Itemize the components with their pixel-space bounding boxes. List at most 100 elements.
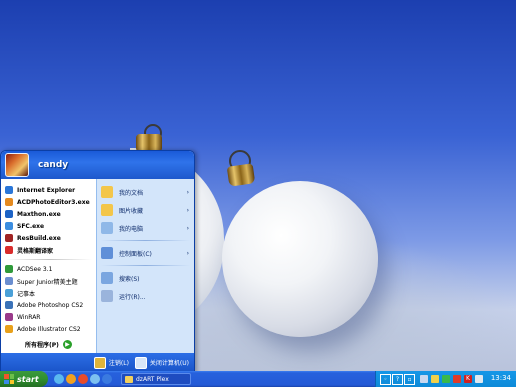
quicklaunch-chat-icon[interactable] [78, 374, 88, 384]
program-label: WinRAR [17, 313, 41, 321]
program-item[interactable]: Maxthon.exe [1, 208, 96, 220]
tray-red-icon[interactable] [453, 375, 461, 383]
user-name: candy [38, 160, 69, 170]
place-item[interactable]: 运行(R)... [97, 287, 194, 305]
place-item[interactable]: 我的电脑 › [97, 219, 194, 237]
start-menu: candy Internet Explorer ACDPhotoEditor3.e… [0, 150, 195, 373]
sfc-icon [5, 222, 13, 230]
program-label: Adobe Photoshop CS2 [17, 301, 84, 309]
place-label: 我的文档 [119, 189, 144, 197]
program-label: SFC.exe [17, 222, 45, 230]
quicklaunch-media-icon[interactable] [54, 374, 64, 384]
place-item[interactable]: 我的文档 › [97, 183, 194, 201]
run-icon [101, 290, 113, 302]
program-label: 记事本 [17, 290, 36, 298]
program-label: Maxthon.exe [17, 210, 61, 218]
program-label: Super Junior精美主题 [17, 278, 78, 286]
program-item[interactable]: ResBuild.exe [1, 232, 96, 244]
quicklaunch-desktop-icon[interactable] [90, 374, 100, 384]
task-label: dzART Plex [136, 375, 169, 383]
shutdown-button[interactable]: 关闭计算机(U) [134, 356, 189, 369]
program-label: ACDSee 3.1 [17, 265, 53, 273]
task-button-dzart[interactable]: dzART Plex [121, 373, 191, 385]
theme-icon [5, 277, 13, 285]
photoshop-icon [5, 301, 13, 309]
program-label: Internet Explorer [17, 186, 76, 194]
winrar-icon [5, 313, 13, 321]
place-label: 图片收藏 [119, 207, 144, 215]
menu-separator [5, 259, 92, 260]
acdsee-icon [5, 265, 13, 273]
programs-list: Internet Explorer ACDPhotoEditor3.exe Maxt… [1, 179, 96, 335]
tray-expand-icon[interactable]: ▫ [404, 374, 415, 385]
lingoes-icon [5, 246, 13, 254]
program-label: ResBuild.exe [17, 234, 61, 242]
places-column: 我的文档 › 图片收藏 › 我的电脑 › 控制面板(C) › 搜索(S) 运行(R)... [96, 179, 194, 353]
program-item[interactable]: SFC.exe [1, 220, 96, 232]
tray-messenger-icon[interactable] [442, 375, 450, 383]
place-item[interactable]: 控制面板(C) › [97, 244, 194, 262]
folder-icon [125, 375, 133, 383]
tray-help-icon[interactable]: ? [392, 374, 403, 385]
my-documents-icon [101, 186, 113, 198]
tray-k-icon[interactable]: K [464, 375, 472, 383]
place-label: 我的电脑 [119, 225, 144, 233]
program-item[interactable]: ACDSee 3.1 [1, 263, 96, 275]
program-item[interactable]: WinRAR [1, 311, 96, 323]
my-pictures-icon [101, 204, 113, 216]
menu-separator [101, 265, 190, 266]
program-item[interactable]: Adobe Illustrator CS2 [1, 323, 96, 335]
quicklaunch-browser-icon[interactable] [66, 374, 76, 384]
control-panel-icon [101, 247, 113, 259]
menu-separator [101, 240, 190, 241]
key-icon [93, 356, 106, 369]
ornament-main [222, 181, 378, 337]
all-programs-label: 所有程序(P) [25, 342, 59, 349]
shutdown-label: 关闭计算机(U) [149, 360, 189, 367]
chevron-right-icon: › [186, 206, 189, 214]
acd-editor-icon [5, 198, 13, 206]
start-menu-footer: 注销(L) 关闭计算机(U) [1, 353, 194, 372]
logoff-label: 注销(L) [108, 360, 129, 367]
program-label: 灵格斯翻译家 [17, 247, 54, 255]
program-item[interactable]: 记事本 [1, 287, 96, 299]
clock[interactable]: 13:34 [491, 374, 511, 382]
place-item[interactable]: 图片收藏 › [97, 201, 194, 219]
user-avatar[interactable] [5, 153, 29, 177]
all-programs-button[interactable]: 所有程序(P) ▶ [1, 340, 96, 349]
tray-sound-icon[interactable] [475, 375, 483, 383]
search-icon [101, 272, 113, 284]
green-arrow-icon: ▶ [62, 340, 72, 349]
program-item[interactable]: Internet Explorer [1, 184, 96, 196]
chevron-right-icon: › [186, 224, 189, 232]
tray-keyboard-icon[interactable]: ◦ [380, 374, 391, 385]
ie-icon [5, 186, 13, 194]
program-item[interactable]: 灵格斯翻译家 [1, 244, 96, 256]
program-label: ACDPhotoEditor3.exe [17, 198, 90, 206]
program-label: Adobe Illustrator CS2 [17, 325, 81, 333]
start-button[interactable]: start [0, 371, 48, 387]
place-label: 搜索(S) [119, 275, 140, 283]
place-label: 运行(R)... [119, 293, 146, 301]
tray-antivirus-icon[interactable] [431, 375, 439, 383]
quicklaunch-ie-icon[interactable] [102, 374, 112, 384]
program-item[interactable]: ACDPhotoEditor3.exe [1, 196, 96, 208]
ornament-main-cap [226, 163, 256, 187]
resbuild-icon [5, 234, 13, 242]
my-computer-icon [101, 222, 113, 234]
illustrator-icon [5, 325, 13, 333]
program-item[interactable]: Adobe Photoshop CS2 [1, 299, 96, 311]
shutdown-icon [134, 356, 147, 369]
start-menu-body: Internet Explorer ACDPhotoEditor3.exe Maxt… [1, 179, 194, 353]
programs-column: Internet Explorer ACDPhotoEditor3.exe Maxt… [1, 179, 96, 353]
chevron-right-icon: › [186, 188, 189, 196]
place-item[interactable]: 搜索(S) [97, 269, 194, 287]
place-label: 控制面板(C) [119, 250, 152, 258]
logoff-button[interactable]: 注销(L) [93, 356, 129, 369]
places-list: 我的文档 › 图片收藏 › 我的电脑 › 控制面板(C) › 搜索(S) 运行(R)... [97, 179, 194, 305]
chevron-right-icon: › [186, 249, 189, 257]
tray-network-icon[interactable] [420, 375, 428, 383]
windows-logo-icon [4, 374, 14, 384]
notepad-icon [5, 289, 13, 297]
program-item[interactable]: Super Junior精美主题 [1, 275, 96, 287]
